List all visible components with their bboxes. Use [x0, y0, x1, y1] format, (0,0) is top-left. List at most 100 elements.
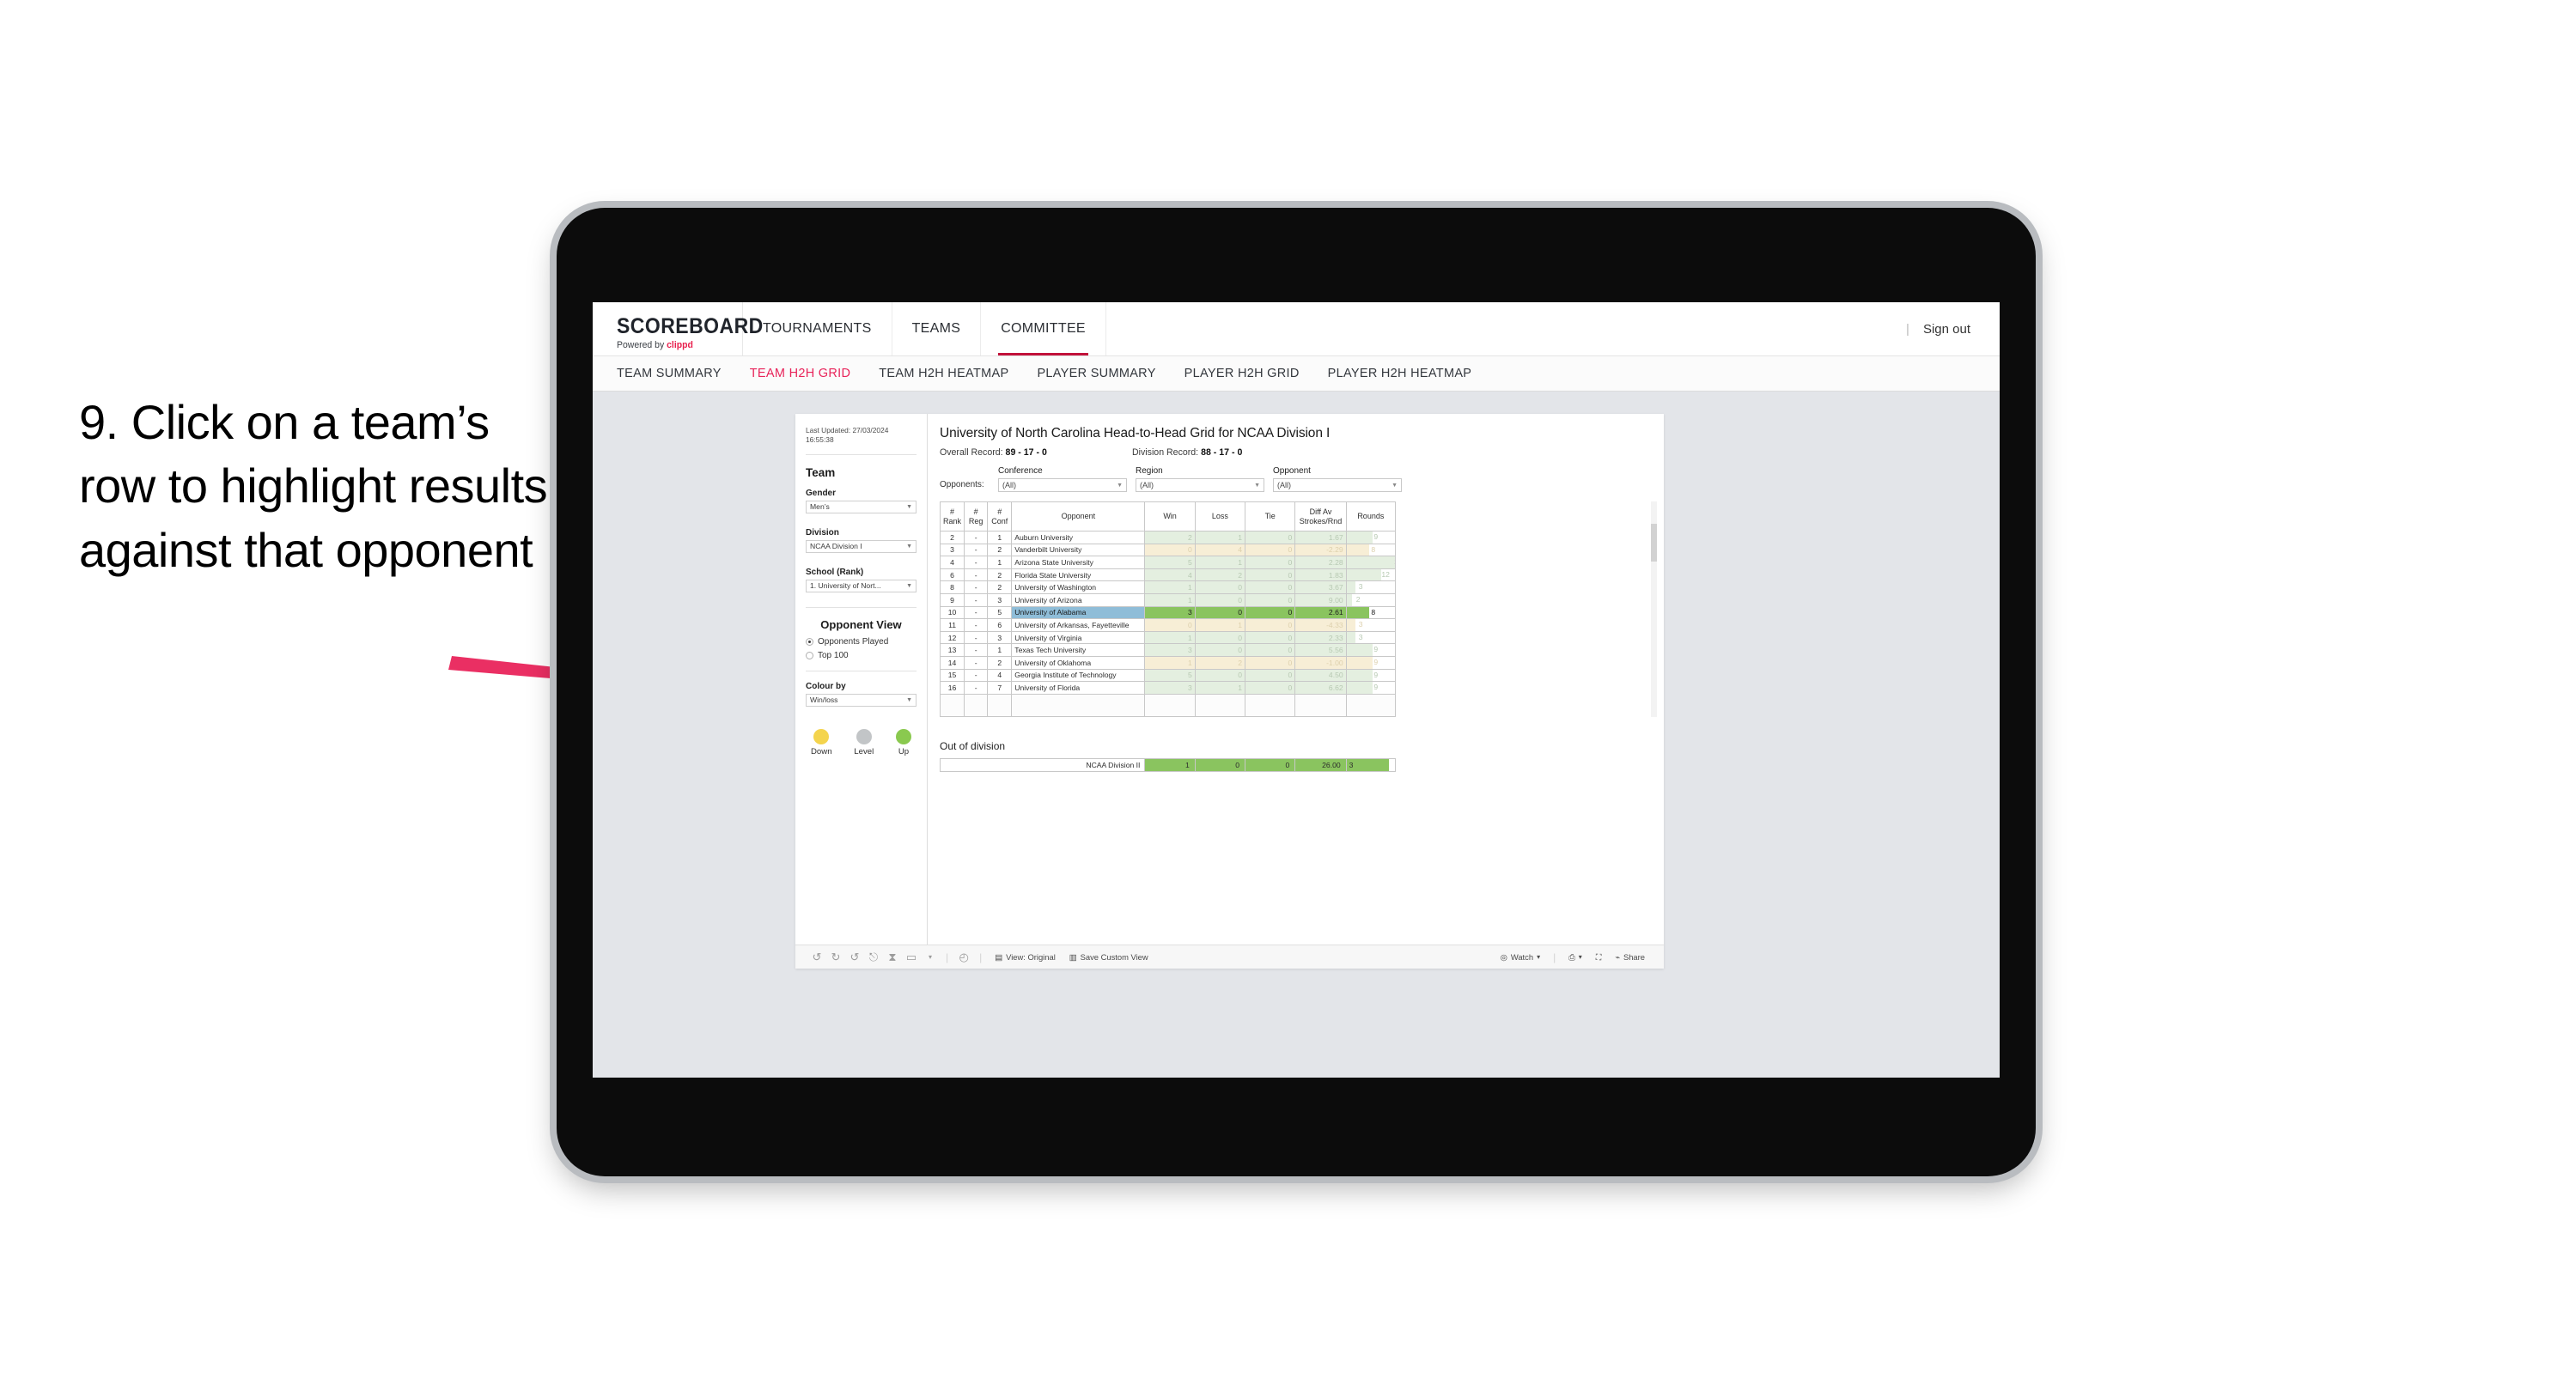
nav-teams[interactable]: TEAMS — [892, 302, 982, 355]
opponent-select[interactable]: (All) ▼ — [1273, 478, 1402, 492]
table-row[interactable]: NCAA Division II 1 0 0 26.00 3 — [939, 757, 1397, 772]
cell-rank: 8 — [939, 580, 965, 594]
out-of-division-table: NCAA Division II 1 0 0 26.00 3 — [939, 757, 1397, 772]
division-select[interactable]: NCAA Division I ▼ — [806, 539, 917, 553]
school-rank-select[interactable]: 1. University of Nort... ▼ — [806, 579, 917, 592]
cell-conf: 3 — [987, 630, 1013, 645]
watch-button[interactable]: ◎ Watch ▾ — [1494, 952, 1547, 963]
radio-opponents-played[interactable]: Opponents Played — [806, 637, 917, 647]
nav-tournaments[interactable]: TOURNAMENTS — [743, 302, 892, 355]
cell-tie: 0 — [1245, 543, 1296, 557]
overall-record-value: 89 - 17 - 0 — [1005, 447, 1047, 458]
table-row[interactable]: 13-1 Texas Tech University 3 0 0 5.56 9 — [939, 643, 1397, 657]
refresh-data-icon[interactable]: ⎋ — [864, 948, 883, 967]
chevron-down-icon: ▼ — [906, 582, 912, 589]
cell-opponent: University of Alabama — [1011, 605, 1146, 620]
device-layout-caret-icon[interactable]: ▾ — [921, 948, 940, 967]
view-original-button[interactable]: ▤ View: Original — [988, 952, 1063, 963]
filter-divider-1 — [806, 606, 917, 608]
cell-reg: - — [964, 630, 989, 645]
team-section-heading: Team — [806, 465, 836, 479]
subnav-team-summary[interactable]: TEAM SUMMARY — [617, 367, 722, 380]
cell-diff: 5.56 — [1294, 643, 1347, 657]
download-button[interactable]: ⎙ ▾ — [1562, 952, 1589, 963]
gender-value: Men’s — [810, 502, 830, 512]
redo-icon[interactable]: ↻ — [826, 948, 845, 967]
topbar-divider: | — [1906, 321, 1909, 337]
opponent-value: (All) — [1277, 481, 1291, 489]
undo-icon[interactable]: ↺ — [807, 948, 826, 967]
col-tie: Tie — [1245, 501, 1296, 532]
cell-reg: - — [964, 556, 989, 569]
gender-label: Gender — [806, 488, 837, 498]
watch-label: Watch — [1510, 952, 1534, 962]
gender-select[interactable]: Men’s ▼ — [806, 500, 917, 513]
table-row[interactable]: 10-5 University of Alabama 3 0 0 2.61 8 — [939, 605, 1397, 620]
rounds-value: 2 — [1355, 594, 1361, 604]
colour-by-select[interactable]: Win/loss ▼ — [806, 693, 917, 707]
tablet-screen: SCOREBOARD Powered by clippd TOURNAMENTS… — [593, 302, 2000, 1078]
table-scrollbar-thumb[interactable] — [1651, 524, 1657, 562]
table-row[interactable]: 14-2 University of Oklahoma 1 2 0 -1.00 9 — [939, 655, 1397, 670]
subnav-player-h2h-grid[interactable]: PLAYER H2H GRID — [1184, 367, 1300, 380]
cell-tie: 0 — [1245, 630, 1296, 645]
toolbar-separator: | — [979, 951, 983, 963]
table-row[interactable]: 6-2 Florida State University 4 2 0 1.83 12 — [939, 568, 1397, 582]
revert-icon[interactable]: ↺ — [845, 948, 864, 967]
cell-loss: 0 — [1194, 580, 1246, 594]
rounds-value: 3 — [1358, 620, 1363, 629]
sign-out-link[interactable]: Sign out — [1923, 322, 1970, 337]
blank-cell — [1294, 693, 1347, 717]
table-row[interactable]: 2-1 Auburn University 2 1 0 1.67 9 — [939, 531, 1397, 544]
col-conf: # Conf — [987, 501, 1013, 532]
chevron-down-icon: ▼ — [1254, 482, 1260, 489]
table-row[interactable]: 15-4 Georgia Institute of Technology 5 0 0 4.… — [939, 668, 1397, 683]
cell-reg: - — [964, 592, 989, 607]
region-select[interactable]: (All) ▼ — [1136, 478, 1264, 492]
cell-rank: 14 — [939, 655, 965, 670]
division-record-value: 88 - 17 - 0 — [1201, 447, 1243, 458]
cell-rank: 11 — [939, 618, 965, 632]
rounds-bar — [1347, 594, 1353, 606]
fullscreen-button[interactable]: ⛶ — [1589, 952, 1609, 963]
conference-select[interactable]: (All) ▼ — [998, 478, 1127, 492]
subnav-team-h2h-heatmap[interactable]: TEAM H2H HEATMAP — [879, 367, 1008, 380]
blank-cell — [1345, 693, 1397, 717]
table-row[interactable]: 12-3 University of Virginia 1 0 0 2.33 3 — [939, 630, 1397, 645]
cell-diff: 9.00 — [1294, 592, 1347, 607]
cell-rank: 6 — [939, 568, 965, 582]
subnav-player-summary[interactable]: PLAYER SUMMARY — [1037, 367, 1155, 380]
cell-opponent: Auburn University — [1011, 531, 1146, 544]
radio-top-100[interactable]: Top 100 — [806, 651, 917, 660]
primary-nav: TOURNAMENTS TEAMS COMMITTEE — [743, 302, 1106, 355]
rounds-value: 3 — [1358, 582, 1363, 592]
h2h-table-wrap: # Rank # Reg # Conf Opponent Win Loss Tie D… — [939, 501, 1657, 717]
subnav-player-h2h-heatmap[interactable]: PLAYER H2H HEATMAP — [1328, 367, 1472, 380]
blank-cell — [964, 693, 989, 717]
performance-icon[interactable]: ◴ — [954, 948, 973, 967]
pause-updates-icon[interactable]: ⧗ — [883, 948, 902, 967]
ood-win: 1 — [1144, 757, 1196, 772]
table-row[interactable]: 4-1Arizona State University5102.2817 — [939, 556, 1397, 569]
table-row[interactable]: 3-2 Vanderbilt University 0 4 0 -2.29 8 — [939, 543, 1397, 557]
cell-tie: 0 — [1245, 605, 1296, 620]
brand-logo[interactable]: SCOREBOARD Powered by clippd — [593, 302, 763, 355]
chevron-down-icon: ▼ — [1117, 482, 1123, 489]
device-layout-icon[interactable]: ▭ — [902, 948, 921, 967]
brand-subtitle: Powered by clippd — [617, 340, 736, 350]
blank-cell — [1144, 693, 1196, 717]
workspace: Last Updated: 27/03/2024 16:55:38 Team G… — [593, 392, 2000, 1078]
table-row[interactable]: 9-3 University of Arizona 1 0 0 9.00 2 — [939, 592, 1397, 607]
school-rank-value: 1. University of Nort... — [810, 581, 881, 591]
share-button[interactable]: ⌁ Share — [1608, 952, 1652, 963]
blank-cell — [1245, 693, 1296, 717]
nav-committee[interactable]: COMMITTEE — [981, 302, 1106, 355]
save-custom-view-button[interactable]: ▥ Save Custom View — [1063, 952, 1155, 963]
cell-tie: 0 — [1245, 568, 1296, 582]
table-row[interactable]: 16-7 University of Florida 3 1 0 6.62 9 — [939, 681, 1397, 695]
table-row[interactable]: 11-6 University of Arkansas, Fayetteville… — [939, 618, 1397, 632]
table-row[interactable]: 8-2 University of Washington 1 0 0 3.67 3 — [939, 580, 1397, 594]
blank-cell — [1194, 693, 1246, 717]
rounds-bar — [1347, 544, 1370, 556]
subnav-team-h2h-grid[interactable]: TEAM H2H GRID — [750, 367, 851, 380]
